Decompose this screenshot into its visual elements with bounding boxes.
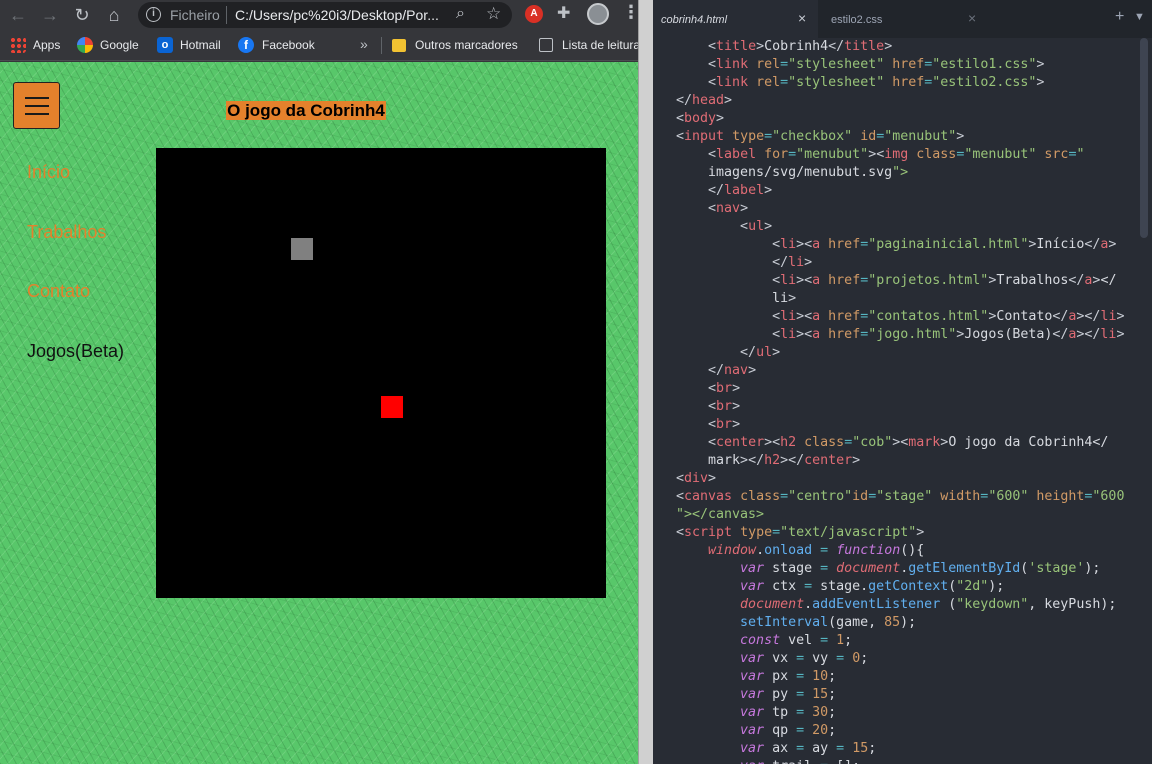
outlook-icon: o — [157, 37, 173, 53]
code-line[interactable]: <body> — [676, 110, 724, 128]
code-line[interactable]: <center><h2 class="cob"><mark>O jogo da … — [676, 434, 1108, 452]
hamburger-icon — [25, 97, 49, 99]
code-line[interactable]: setInterval(game, 85); — [676, 614, 916, 632]
code-line[interactable]: var ax = ay = 15; — [676, 740, 876, 758]
code-line[interactable]: const vel = 1; — [676, 632, 852, 650]
code-line[interactable]: <li><a href="projetos.html">Trabalhos</a… — [676, 272, 1116, 290]
bookmark-hotmail[interactable]: Hotmail — [180, 38, 221, 52]
code-line[interactable]: var py = 15; — [676, 686, 836, 704]
code-line[interactable]: var qp = 20; — [676, 722, 836, 740]
code-line[interactable]: </head> — [676, 92, 732, 110]
reading-list-icon — [539, 38, 553, 52]
editor-tab-bar: cobrinh4.html × estilo2.css × + ▼ — [653, 0, 1152, 38]
tab-cobrinh4-html[interactable]: cobrinh4.html × — [653, 0, 818, 38]
extension-adblock-icon[interactable]: A — [525, 5, 543, 23]
address-bar[interactable]: i Ficheiro C:/Users/pc%20i3/Desktop/Por.… — [138, 2, 512, 28]
browser-toolbar: ← → ↻ ⌂ i Ficheiro C:/Users/pc%20i3/Desk… — [0, 0, 640, 30]
home-icon[interactable]: ⌂ — [102, 3, 126, 27]
code-line[interactable]: var tp = 30; — [676, 704, 836, 722]
snake-segment — [291, 238, 313, 260]
bookmarks-separator — [381, 37, 382, 54]
bookmark-star-icon[interactable]: ☆ — [486, 4, 501, 24]
bookmark-apps[interactable]: Apps — [33, 38, 60, 52]
code-line[interactable]: mark></h2></center> — [676, 452, 860, 470]
code-line[interactable]: <link rel="stylesheet" href="estilo2.css… — [676, 74, 1044, 92]
bookmarks-bar: Apps Google o Hotmail f Facebook » Outro… — [0, 30, 640, 61]
code-line[interactable]: <label for="menubut"><img class="menubut… — [676, 146, 1084, 164]
code-line[interactable]: var vx = vy = 0; — [676, 650, 868, 668]
bookmark-reading-list[interactable]: Lista de leitura — [562, 38, 640, 52]
code-line[interactable]: <div> — [676, 470, 716, 488]
code-line[interactable]: </ul> — [676, 344, 780, 362]
code-editor: cobrinh4.html × estilo2.css × + ▼ <title… — [653, 0, 1152, 764]
tab-list-chevron-icon[interactable]: ▼ — [1134, 11, 1145, 23]
bookmark-google[interactable]: Google — [100, 38, 139, 52]
code-line[interactable]: <script type="text/javascript"> — [676, 524, 924, 542]
info-icon[interactable]: i — [146, 7, 161, 22]
code-line[interactable]: var stage = document.getElementById('sta… — [676, 560, 1100, 578]
nav-link-contato[interactable]: Contato — [27, 281, 90, 302]
game-canvas[interactable] — [156, 148, 606, 598]
code-line[interactable]: imagens/svg/menubut.svg"> — [676, 164, 908, 182]
window-split-divider[interactable] — [638, 0, 653, 764]
close-icon[interactable]: × — [968, 10, 976, 26]
apps-grid-icon — [10, 37, 26, 53]
close-icon[interactable]: × — [798, 10, 806, 26]
more-bookmarks-chevron-icon[interactable]: » — [360, 36, 368, 52]
bookmark-facebook[interactable]: Facebook — [262, 38, 315, 52]
code-line[interactable]: <li><a href="jogo.html">Jogos(Beta)</a><… — [676, 326, 1124, 344]
code-line[interactable]: window.onload = function(){ — [676, 542, 924, 560]
code-line[interactable]: document.addEventListener ("keydown", ke… — [676, 596, 1116, 614]
bookmark-other[interactable]: Outros marcadores — [415, 38, 518, 52]
code-area[interactable]: <title>Cobrinh4</title> <link rel="style… — [653, 38, 1138, 764]
profile-avatar[interactable] — [587, 3, 609, 25]
nav-link-inicio[interactable]: Início — [27, 162, 70, 183]
editor-scrollbar[interactable] — [1140, 38, 1148, 238]
code-line[interactable]: </li> — [676, 254, 812, 272]
code-line[interactable]: </label> — [676, 182, 772, 200]
code-line[interactable]: "></canvas> — [676, 506, 764, 524]
browser-window: ← → ↻ ⌂ i Ficheiro C:/Users/pc%20i3/Desk… — [0, 0, 640, 764]
facebook-icon: f — [238, 37, 254, 53]
google-icon — [77, 37, 93, 53]
new-tab-plus-icon[interactable]: + — [1115, 8, 1124, 26]
nav-link-jogos[interactable]: Jogos(Beta) — [27, 341, 124, 362]
extensions-puzzle-icon[interactable]: ✚ — [557, 3, 570, 23]
forward-arrow-icon[interactable]: → — [38, 3, 62, 27]
tab-estilo2-css[interactable]: estilo2.css × — [818, 0, 978, 38]
page-viewport: O jogo da Cobrinh4 Início Trabalhos Cont… — [0, 62, 638, 764]
code-line[interactable]: <li><a href="paginainicial.html">Início<… — [676, 236, 1116, 254]
code-line[interactable]: var ctx = stage.getContext("2d"); — [676, 578, 1004, 596]
code-line[interactable]: <title>Cobrinh4</title> — [676, 38, 892, 56]
code-line[interactable]: <input type="checkbox" id="menubut"> — [676, 128, 964, 146]
back-arrow-icon[interactable]: ← — [6, 3, 30, 27]
code-line[interactable]: <ul> — [676, 218, 772, 236]
address-separator — [226, 6, 227, 24]
address-url-text[interactable]: C:/Users/pc%20i3/Desktop/Por... — [235, 7, 439, 23]
code-line[interactable]: </nav> — [676, 362, 756, 380]
code-line[interactable]: <canvas class="centro"id="stage" width="… — [676, 488, 1124, 506]
code-line[interactable]: <br> — [676, 416, 740, 434]
code-line[interactable]: <link rel="stylesheet" href="estilo1.css… — [676, 56, 1044, 74]
zoom-icon[interactable]: ⌕ — [456, 5, 465, 23]
page-title: O jogo da Cobrinh4 — [0, 101, 612, 121]
tab-label: estilo2.css — [831, 14, 883, 26]
address-scheme-label: Ficheiro — [170, 7, 220, 23]
code-line[interactable]: <br> — [676, 398, 740, 416]
nav-link-trabalhos[interactable]: Trabalhos — [27, 222, 106, 243]
code-line[interactable]: <li><a href="contatos.html">Contato</a><… — [676, 308, 1124, 326]
code-line[interactable]: var px = 10; — [676, 668, 836, 686]
code-line[interactable]: var trail = []; — [676, 758, 860, 764]
code-line[interactable]: li> — [676, 290, 796, 308]
code-line[interactable]: <br> — [676, 380, 740, 398]
code-line[interactable]: <nav> — [676, 200, 748, 218]
tab-label: cobrinh4.html — [661, 14, 728, 26]
apple — [381, 396, 403, 418]
reload-icon[interactable]: ↻ — [70, 3, 94, 27]
page-title-text: O jogo da Cobrinh4 — [226, 101, 386, 120]
folder-icon — [392, 39, 406, 52]
